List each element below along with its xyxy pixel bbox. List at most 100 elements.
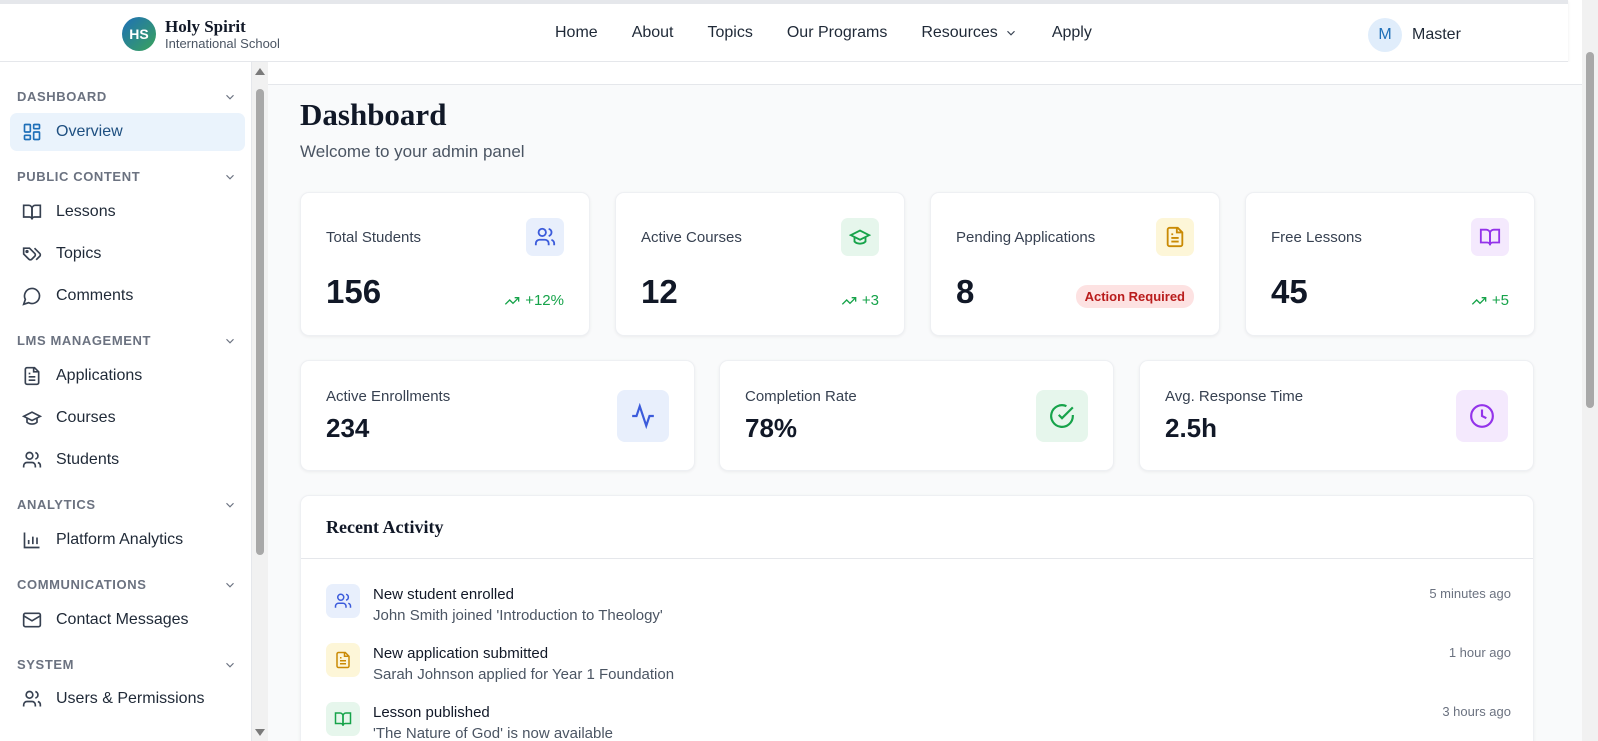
stat-card-pending-applications[interactable]: Pending Applications 8 Action Required — [930, 192, 1220, 336]
nav-home[interactable]: Home — [555, 24, 598, 42]
sidebar-section-label: DASHBOARD — [17, 89, 107, 104]
book-open-icon — [1471, 218, 1509, 256]
sidebar-item-overview[interactable]: Overview — [10, 113, 245, 151]
nav-our-programs[interactable]: Our Programs — [787, 24, 887, 42]
list-item[interactable]: New student enrolled John Smith joined '… — [326, 584, 1511, 634]
scroll-down-arrow[interactable] — [255, 729, 265, 736]
stat-value: 156 — [326, 273, 382, 310]
activity-time: 3 hours ago — [1442, 704, 1511, 719]
stat-value: 8 — [956, 273, 975, 310]
sidebar-item-platform-analytics[interactable]: Platform Analytics — [10, 521, 245, 559]
sidebar-section-label: PUBLIC CONTENT — [17, 169, 141, 184]
sidebar-item-users-permissions[interactable]: Users & Permissions — [10, 680, 245, 718]
scroll-up-arrow[interactable] — [255, 68, 265, 75]
activity-title: New application submitted — [373, 645, 549, 662]
sidebar-item-label: Comments — [56, 287, 134, 304]
users-icon — [526, 218, 564, 256]
sidebar-item-courses[interactable]: Courses — [10, 399, 245, 437]
layout-grid-icon — [23, 123, 41, 141]
message-circle-icon — [22, 287, 41, 306]
sidebar-item-label: Lessons — [56, 203, 116, 220]
chevron-down-icon — [226, 502, 234, 508]
sidebar-section-label: LMS MANAGEMENT — [17, 333, 152, 348]
page-title: Dashboard — [300, 97, 447, 132]
stat-trend-value: +3 — [861, 292, 879, 309]
sidebar-section-communications[interactable]: COMMUNICATIONS — [17, 577, 237, 592]
chevron-down-icon — [226, 582, 234, 588]
logo-badge: HS — [122, 17, 156, 52]
mail-icon — [22, 612, 42, 628]
sidebar-section-label: ANALYTICS — [17, 497, 96, 512]
stat-card-active-courses[interactable]: Active Courses 12 +3 — [615, 192, 905, 336]
nav-apply[interactable]: Apply — [1052, 24, 1092, 42]
nav-about[interactable]: About — [632, 24, 674, 42]
sidebar-item-comments[interactable]: Comments — [10, 277, 245, 315]
activity-icon — [617, 390, 669, 442]
trending-up-icon — [505, 296, 520, 305]
chevron-down-icon — [226, 662, 234, 668]
nav-topics[interactable]: Topics — [708, 24, 753, 42]
stat-label: Free Lessons — [1271, 229, 1362, 246]
users-icon — [22, 451, 42, 468]
stat-trend: +5 — [1471, 292, 1509, 309]
sidebar-item-contact-messages[interactable]: Contact Messages — [10, 601, 245, 639]
trending-up-icon — [841, 296, 857, 305]
top-navigation-bar: HS Holy Spirit International School Home… — [0, 0, 1568, 62]
stat-card-free-lessons[interactable]: Free Lessons 45 +5 — [1245, 192, 1535, 336]
stat-value: 12 — [641, 273, 678, 310]
sidebar-item-students[interactable]: Students — [10, 441, 245, 479]
users-icon — [22, 690, 42, 707]
file-text-icon — [24, 366, 40, 386]
stat-card-total-students[interactable]: Total Students 156 +12% — [300, 192, 590, 336]
avatar: M — [1368, 18, 1402, 52]
page-subtitle: Welcome to your admin panel — [300, 142, 525, 161]
recent-activity-panel: Recent Activity New student enrolled Joh… — [300, 495, 1534, 741]
stat-label: Total Students — [326, 229, 422, 246]
users-icon — [326, 584, 360, 618]
logo-subtitle: International School — [165, 35, 280, 51]
stat-label: Active Courses — [641, 229, 742, 246]
stat-trend: +3 — [841, 292, 879, 309]
list-item[interactable]: New application submitted Sarah Johnson … — [326, 643, 1511, 693]
sidebar: DASHBOARD Overview PUBLIC CONTENT Lesson… — [0, 62, 252, 741]
file-text-icon — [1156, 218, 1194, 256]
sidebar-section-dashboard[interactable]: DASHBOARD — [17, 89, 237, 104]
scrollbar-thumb[interactable] — [1586, 52, 1594, 408]
metric-label: Avg. Response Time — [1165, 388, 1304, 405]
school-logo[interactable]: HS Holy Spirit International School — [122, 17, 280, 52]
bar-chart-icon — [23, 532, 40, 549]
sidebar-item-label: Contact Messages — [56, 611, 189, 628]
user-menu[interactable]: M Master — [1368, 18, 1461, 52]
tags-icon — [22, 247, 42, 261]
metric-card-active-enrollments[interactable]: Active Enrollments 234 — [300, 360, 695, 471]
metric-card-completion-rate[interactable]: Completion Rate 78% — [719, 360, 1114, 471]
sidebar-section-system[interactable]: SYSTEM — [17, 657, 237, 672]
metric-card-avg-response-time[interactable]: Avg. Response Time 2.5h — [1139, 360, 1534, 471]
sidebar-item-label: Users & Permissions — [56, 690, 205, 707]
sidebar-item-applications[interactable]: Applications — [10, 357, 245, 395]
nav-resources-label: Resources — [921, 24, 998, 41]
activity-description: John Smith joined 'Introduction to Theol… — [373, 607, 663, 624]
stat-trend-value: +5 — [1491, 292, 1509, 309]
section-title: Recent Activity — [326, 517, 444, 537]
metric-value: 2.5h — [1165, 413, 1218, 443]
sidebar-item-label: Overview — [56, 123, 123, 140]
nav-resources[interactable]: Resources — [921, 24, 1017, 42]
activity-description: 'The Nature of God' is now available — [373, 725, 614, 741]
sidebar-section-lms-management[interactable]: LMS MANAGEMENT — [17, 333, 237, 348]
sidebar-item-label: Applications — [56, 367, 143, 384]
sidebar-section-analytics[interactable]: ANALYTICS — [17, 497, 237, 512]
chevron-down-icon — [226, 338, 234, 344]
logo-title: Holy Spirit — [165, 17, 246, 36]
sidebar-scrollbar[interactable] — [252, 62, 268, 741]
sidebar-section-public-content[interactable]: PUBLIC CONTENT — [17, 169, 237, 184]
page-scrollbar[interactable] — [1582, 0, 1598, 741]
sidebar-item-lessons[interactable]: Lessons — [10, 193, 245, 231]
scrollbar-thumb[interactable] — [256, 89, 264, 555]
sidebar-section-label: SYSTEM — [17, 657, 75, 672]
sidebar-item-label: Platform Analytics — [56, 531, 184, 548]
chevron-down-icon — [226, 94, 234, 100]
metric-value: 234 — [326, 413, 370, 443]
list-item[interactable]: Lesson published 'The Nature of God' is … — [326, 702, 1511, 741]
sidebar-item-topics[interactable]: Topics — [10, 235, 245, 273]
